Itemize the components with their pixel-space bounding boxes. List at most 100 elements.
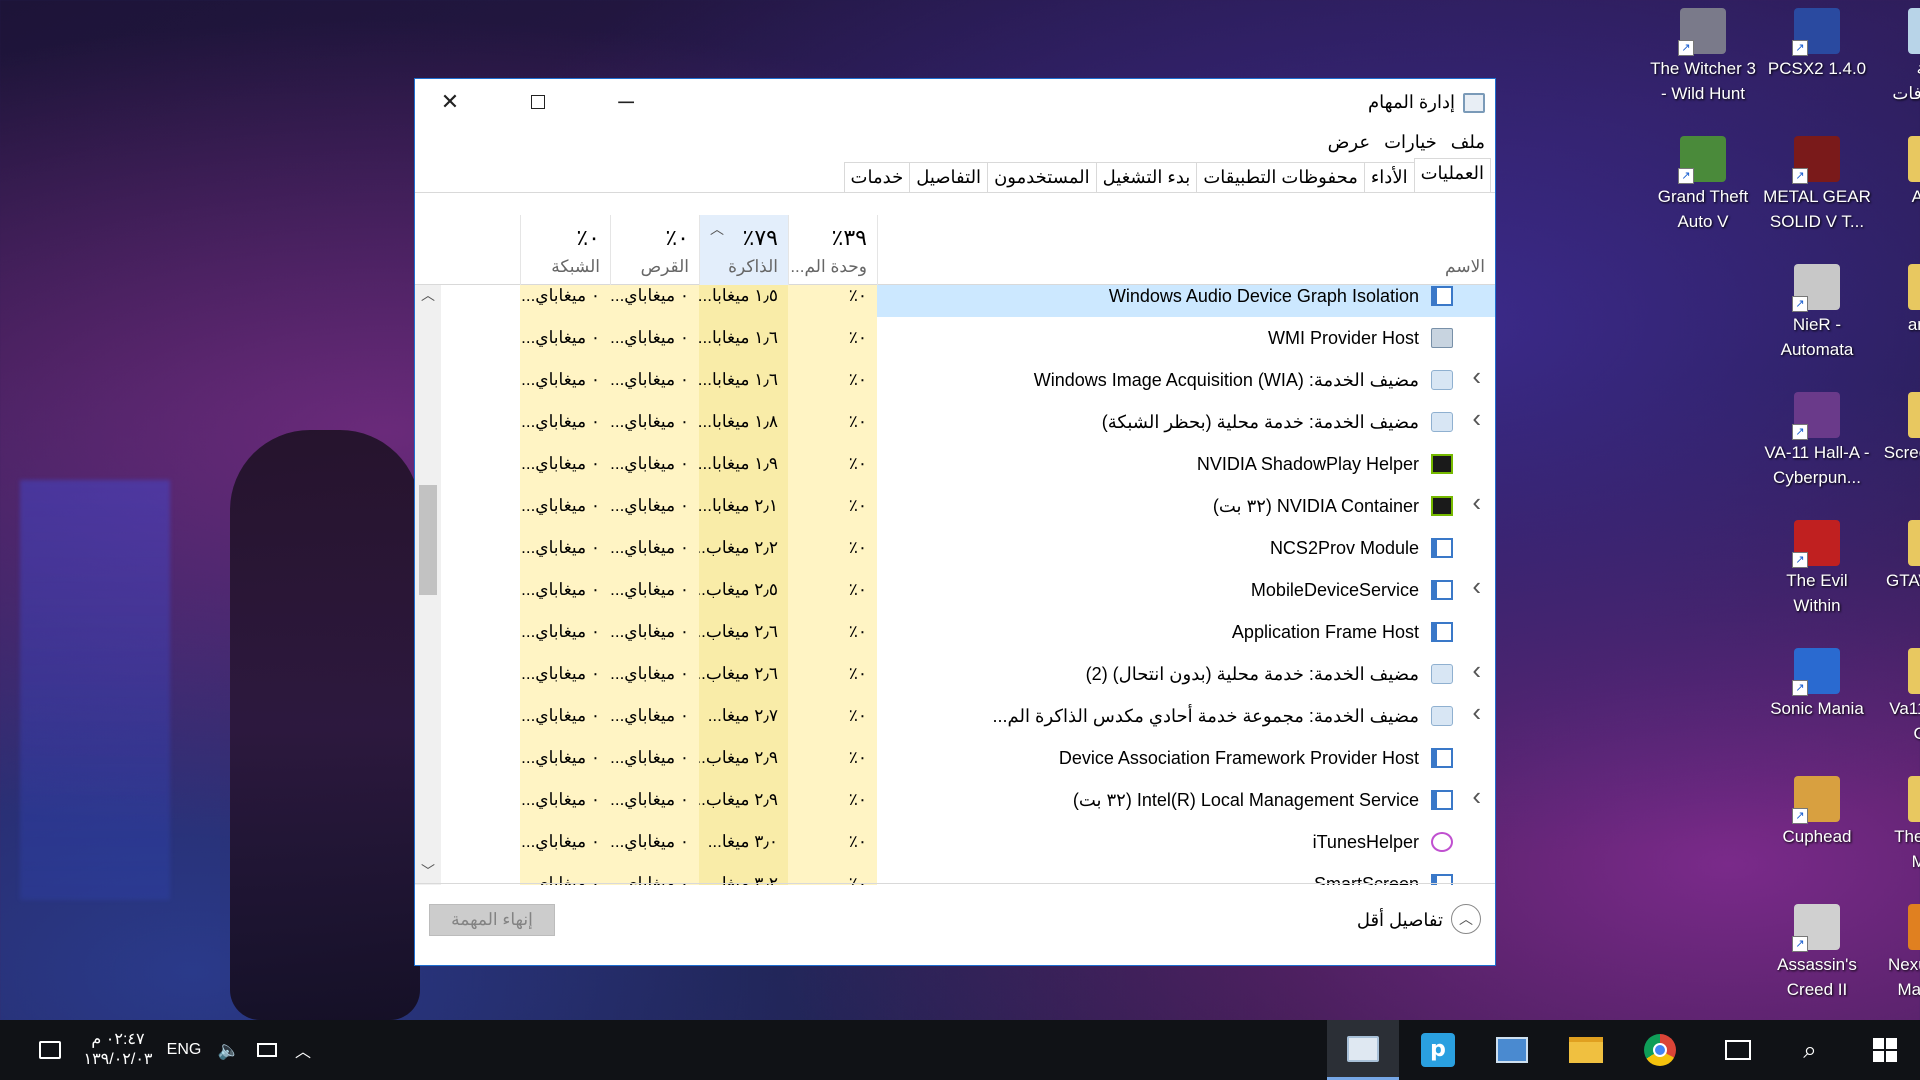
desktop-icon[interactable]: ↗ Sonic Mania: [1762, 640, 1872, 721]
taskbar-task-manager[interactable]: [1327, 1020, 1399, 1080]
nvidia-process-icon: [1431, 454, 1453, 474]
cell-disk: ٠ ميغاباي...: [610, 706, 689, 725]
process-row[interactable]: ٠ ميغاباي... ٠ ميغاباي... ١٫٨ ميغابا... ٠٪ م…: [415, 401, 1495, 443]
process-row[interactable]: ٠ ميغاباي... ٠ ميغاباي... ٣٫٠ ميغا... ٠٪ iTu…: [415, 821, 1495, 863]
less-details-link[interactable]: تفاصيل أقل: [1357, 910, 1443, 931]
process-row[interactable]: ٠ ميغاباي... ٠ ميغاباي... ٢٫٩ ميغاب... ٠٪ De…: [415, 737, 1495, 779]
shortcut-arrow-icon: ↗: [1792, 680, 1808, 696]
desktop-icon[interactable]: The Art of MGS: [1876, 768, 1920, 874]
menu-file[interactable]: ملف: [1451, 132, 1485, 153]
desktop-icon-image: [1908, 136, 1920, 182]
task-manager-icon: [1463, 93, 1485, 113]
chevron-left-icon[interactable]: ‹: [1472, 361, 1481, 392]
name-label: الاسم: [1445, 257, 1485, 276]
title-bar[interactable]: ✕ ─ إدارة المهام: [415, 79, 1495, 127]
tab-startup[interactable]: بدء التشغيل: [1095, 162, 1198, 192]
process-row[interactable]: ٠ ميغاباي... ٠ ميغاباي... ٢٫٦ ميغاب... ٠٪ مض…: [415, 653, 1495, 695]
menu-view[interactable]: عرض: [1328, 132, 1370, 153]
network-icon[interactable]: [252, 1020, 282, 1080]
tab-services[interactable]: خدمات: [843, 162, 911, 192]
process-row[interactable]: ٠ ميغاباي... ٠ ميغاباي... ٢٫٧ ميغا... ٠٪ مضي…: [415, 695, 1495, 737]
notifications-icon[interactable]: [30, 1020, 70, 1080]
end-task-button[interactable]: إنهاء المهمة: [429, 904, 555, 936]
taskbar-file-explorer[interactable]: [1550, 1020, 1622, 1080]
tab-details[interactable]: التفاصيل: [909, 162, 989, 192]
cpu-total: ٣٩٪: [831, 225, 867, 250]
process-row[interactable]: ٠ ميغاباي... ٠ ميغاباي... ١٫٦ ميغابا... ٠٪ W…: [415, 317, 1495, 359]
chevron-left-icon[interactable]: ‹: [1472, 571, 1481, 602]
desktop-icon[interactable]: ↗ The Evil Within: [1762, 512, 1872, 618]
process-row[interactable]: ٠ ميغاباي... ٠ ميغاباي... ٢٫١ ميغابا... ٠٪ N…: [415, 485, 1495, 527]
chrome-icon: [1644, 1034, 1676, 1066]
cell-cpu: ٠٪: [848, 286, 867, 305]
desktop-icon[interactable]: ↗ PCSX2 1.4.0: [1762, 0, 1872, 81]
task-view-icon[interactable]: [1708, 1020, 1768, 1080]
minimize-button[interactable]: ─: [591, 79, 661, 125]
taskbar-chrome[interactable]: [1624, 1020, 1696, 1080]
desktop-icon[interactable]: Va11Hall-A OST: [1876, 640, 1920, 746]
col-memory[interactable]: ︿ ٧٩٪ الذاكرة: [699, 215, 788, 285]
volume-icon[interactable]: 🔈: [214, 1020, 244, 1080]
col-cpu[interactable]: ٣٩٪ وحدة الم...: [788, 215, 877, 285]
close-button[interactable]: ✕: [415, 79, 485, 125]
tab-app-history[interactable]: محفوظات التطبيقات: [1196, 162, 1365, 192]
cell-cpu: ٠٪: [848, 706, 867, 725]
search-icon[interactable]: ⌕: [1780, 1020, 1840, 1080]
maximize-button[interactable]: [503, 79, 573, 125]
chevron-left-icon[interactable]: ‹: [1472, 403, 1481, 434]
tab-processes[interactable]: العمليات: [1413, 158, 1491, 192]
desktop-icon[interactable]: ↗ METAL GEAR SOLID V T...: [1762, 128, 1872, 234]
col-name[interactable]: الاسم: [877, 215, 1495, 285]
process-list: ٠ ميغاباي... ٠ ميغاباي... ١٫٥ ميغابا... ٠٪ W…: [415, 285, 1495, 885]
cell-disk: ٠ ميغاباي...: [610, 496, 689, 515]
desktop-icon-label: VA-11 Hall-A - Cyberpun...: [1764, 443, 1870, 487]
tab-users[interactable]: المستخدمون: [987, 162, 1097, 192]
collapse-icon[interactable]: ︿: [1451, 904, 1481, 934]
desktop-icon[interactable]: Nexus Mod Manager: [1876, 896, 1920, 1002]
cell-mem: ١٫٨ ميغابا...: [699, 412, 778, 431]
desktop-icon[interactable]: Screenshots: [1876, 384, 1920, 465]
clock[interactable]: ٠٢:٤٧ م ١٣٩/٠٢/٠٣: [78, 1020, 158, 1080]
desktop-icons: ↗ The Witcher 3 - Wild Hunt ↗ PCSX2 1.4.0 سل…: [1620, 0, 1920, 1010]
process-row[interactable]: ٠ ميغاباي... ٠ ميغاباي... ١٫٦ ميغابا... ٠٪ م…: [415, 359, 1495, 401]
menu-options[interactable]: خيارات: [1384, 132, 1437, 153]
wallpaper-glow: [20, 480, 170, 900]
chevron-left-icon[interactable]: ‹: [1472, 655, 1481, 686]
tab-performance[interactable]: الأداء: [1363, 162, 1415, 192]
desktop-icon-image: ↗: [1678, 8, 1726, 56]
start-button[interactable]: [1850, 1020, 1920, 1080]
cpu-label: وحدة الم...: [790, 257, 867, 276]
cell-disk: ٠ ميغاباي...: [610, 454, 689, 473]
desktop-icon[interactable]: ↗ VA-11 Hall-A - Cyberpun...: [1762, 384, 1872, 490]
taskbar-pandora[interactable]: p: [1402, 1020, 1474, 1080]
desktop-icon[interactable]: ↗ Assassin's Creed II: [1762, 896, 1872, 1002]
desktop-icon[interactable]: سلة المحذوفات: [1876, 0, 1920, 106]
desktop-icon-image: [1908, 392, 1920, 438]
process-row[interactable]: ٠ ميغاباي... ٠ ميغاباي... ٢٫٩ ميغاب... ٠٪ In…: [415, 779, 1495, 821]
process-row[interactable]: ٠ ميغاباي... ٠ ميغاباي... ٢٫٦ ميغاب... ٠٪ Ap…: [415, 611, 1495, 653]
taskbar-control-panel[interactable]: [1476, 1020, 1548, 1080]
col-disk[interactable]: ٠٪ القرص: [610, 215, 699, 285]
desktop-icon[interactable]: ↗ Grand Theft Auto V: [1648, 128, 1758, 234]
language-indicator[interactable]: ENG: [164, 1020, 204, 1080]
chevron-left-icon[interactable]: ‹: [1472, 697, 1481, 728]
col-network[interactable]: ٠٪ الشبكة: [520, 215, 610, 285]
desktop-icon[interactable]: ↗ NieR - Automata: [1762, 256, 1872, 362]
process-row[interactable]: ٠ ميغاباي... ٠ ميغاباي... ١٫٩ ميغابا... ٠٪ N…: [415, 443, 1495, 485]
desktop-icon[interactable]: ↗ Cuphead: [1762, 768, 1872, 849]
cell-disk: ٠ ميغاباي...: [610, 622, 689, 641]
cell-cpu: ٠٪: [848, 580, 867, 599]
cell-cpu: ٠٪: [848, 790, 867, 809]
process-row[interactable]: ٠ ميغاباي... ٠ ميغاباي... ٣٫٢ ميغا... ٠٪ Sma…: [415, 863, 1495, 885]
chevron-left-icon[interactable]: ‹: [1472, 781, 1481, 812]
cell-net: ٠ ميغاباي...: [521, 580, 600, 599]
desktop-icon[interactable]: GTAV Mods: [1876, 512, 1920, 593]
process-row[interactable]: ٠ ميغاباي... ٠ ميغاباي... ٢٫٢ ميغاب... ٠٪ NC…: [415, 527, 1495, 569]
process-row[interactable]: ٠ ميغاباي... ٠ ميغاباي... ١٫٥ ميغابا... ٠٪ W…: [415, 285, 1495, 317]
chevron-left-icon[interactable]: ‹: [1472, 487, 1481, 518]
desktop-icon[interactable]: Apps: [1876, 128, 1920, 209]
desktop-icon[interactable]: ↗ The Witcher 3 - Wild Hunt: [1648, 0, 1758, 106]
show-hidden-icons-icon[interactable]: ︿: [290, 1020, 316, 1080]
desktop-icon[interactable]: anime: [1876, 256, 1920, 337]
process-row[interactable]: ٠ ميغاباي... ٠ ميغاباي... ٢٫٥ ميغاب... ٠٪ Mo…: [415, 569, 1495, 611]
